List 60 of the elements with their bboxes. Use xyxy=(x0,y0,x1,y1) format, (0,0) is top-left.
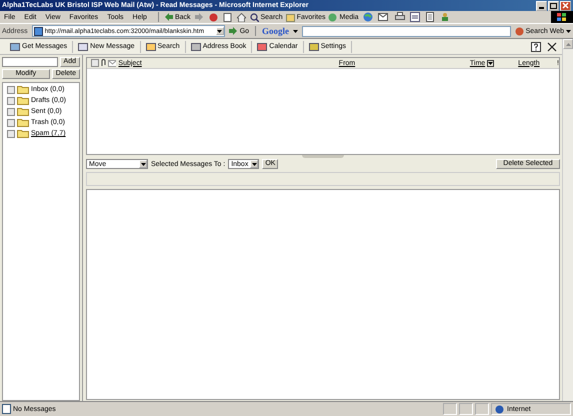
close-icon xyxy=(562,2,569,9)
home-icon[interactable] xyxy=(236,12,246,22)
caret-icon xyxy=(217,30,222,32)
toolbar-icon xyxy=(10,42,20,52)
maximize-icon xyxy=(550,2,557,9)
folder-name-field[interactable] xyxy=(2,57,58,67)
caret-icon xyxy=(566,30,571,32)
up-arrow-icon xyxy=(566,42,570,46)
folder-checkbox[interactable] xyxy=(7,96,15,104)
page-icon xyxy=(2,404,11,414)
select-all-checkbox[interactable] xyxy=(91,59,99,67)
messenger-icon[interactable] xyxy=(440,12,450,22)
google-logo: Google xyxy=(262,26,290,36)
toolbar-icon xyxy=(146,42,156,52)
sort-button[interactable] xyxy=(487,60,494,66)
document-icon[interactable] xyxy=(424,12,435,22)
folder-icon xyxy=(17,118,29,127)
toolbar-icon xyxy=(78,42,88,52)
dropdown-button[interactable] xyxy=(216,27,224,35)
folder-checkbox[interactable] xyxy=(7,108,15,116)
folder-icon xyxy=(17,85,29,94)
folder-icon xyxy=(17,129,29,138)
vertical-scrollbar[interactable] xyxy=(562,39,573,401)
google-menu-button[interactable] xyxy=(293,30,298,32)
toolbar-icon xyxy=(190,42,201,52)
go-arrow-icon xyxy=(228,27,238,35)
folder-icon xyxy=(17,107,29,116)
windows-logo-icon xyxy=(551,11,573,23)
caret-icon xyxy=(140,162,146,166)
back-arrow-icon xyxy=(164,13,173,21)
google-search-field[interactable] xyxy=(302,26,511,36)
stop-icon[interactable] xyxy=(208,12,218,22)
caret-icon xyxy=(488,62,494,64)
toolbar-icon xyxy=(308,42,319,52)
pane-splitter-handle[interactable] xyxy=(302,155,344,158)
close-button[interactable] xyxy=(560,0,571,10)
folder-icon xyxy=(17,96,29,105)
edit-icon[interactable] xyxy=(410,12,420,22)
help-icon[interactable] xyxy=(531,42,541,52)
folder-checkbox[interactable] xyxy=(7,130,15,138)
attachment-icon xyxy=(100,59,106,67)
status-panel xyxy=(459,403,473,415)
maximize-button[interactable] xyxy=(548,0,559,10)
globe-icon xyxy=(495,404,504,414)
close-icon[interactable] xyxy=(547,42,557,52)
print-icon[interactable] xyxy=(394,12,405,22)
status-panel xyxy=(475,403,489,415)
mail-icon[interactable] xyxy=(378,12,390,22)
search-icon xyxy=(250,12,258,22)
folder-checkbox[interactable] xyxy=(7,118,15,126)
caret-icon xyxy=(293,30,298,32)
envelope-icon xyxy=(108,60,116,66)
toolbar-icon xyxy=(257,42,268,52)
globe-icon[interactable] xyxy=(362,12,373,22)
caret-icon xyxy=(252,162,257,166)
folder-icon xyxy=(286,12,295,22)
folder-checkbox[interactable] xyxy=(7,86,15,94)
status-panel xyxy=(443,403,457,415)
page-icon xyxy=(34,26,43,36)
minimize-button[interactable] xyxy=(536,0,547,10)
